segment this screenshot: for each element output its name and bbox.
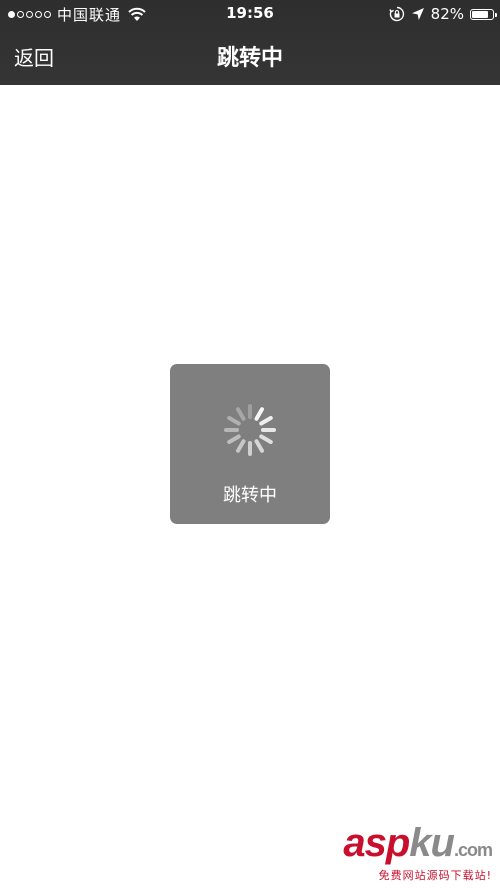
back-button[interactable]: 返回 bbox=[14, 42, 54, 71]
watermark-wordmark: aspku.com bbox=[343, 821, 493, 872]
screen: 中国联通 19:56 82% 返回 跳转中 跳转中 aspku.com 免费网站… bbox=[0, 0, 500, 889]
watermark-logo: aspku.com 免费网站源码下载站! bbox=[317, 821, 493, 883]
spinner-spoke bbox=[259, 434, 273, 444]
loading-toast: 跳转中 bbox=[170, 364, 330, 524]
top-bar: 中国联通 19:56 82% 返回 跳转中 bbox=[0, 0, 500, 85]
spinner-spoke bbox=[227, 434, 241, 444]
watermark-com: .com bbox=[453, 840, 493, 860]
spinner-spoke bbox=[227, 416, 241, 426]
nav-title: 跳转中 bbox=[216, 46, 283, 71]
spinner-spoke bbox=[236, 439, 246, 453]
nav-bar: 返回 跳转中 bbox=[0, 28, 500, 85]
spinner-spoke bbox=[254, 439, 264, 453]
watermark-ku: ku bbox=[409, 821, 455, 865]
spinner-spoke bbox=[254, 407, 264, 421]
status-right: 82% bbox=[388, 5, 497, 23]
location-arrow-icon bbox=[411, 8, 424, 20]
watermark-subtitle: 免费网站源码下载站! bbox=[378, 869, 492, 882]
battery-percent: 82% bbox=[430, 5, 464, 23]
battery-icon bbox=[470, 8, 497, 20]
watermark-asp: asp bbox=[343, 821, 410, 865]
loading-label: 跳转中 bbox=[223, 485, 277, 506]
spinner-spoke bbox=[259, 416, 273, 426]
battery-level bbox=[472, 10, 489, 18]
status-bar: 中国联通 19:56 82% bbox=[0, 0, 500, 28]
spinner-icon bbox=[224, 404, 276, 456]
orientation-lock-icon bbox=[388, 6, 404, 22]
spinner-spoke bbox=[236, 407, 246, 421]
